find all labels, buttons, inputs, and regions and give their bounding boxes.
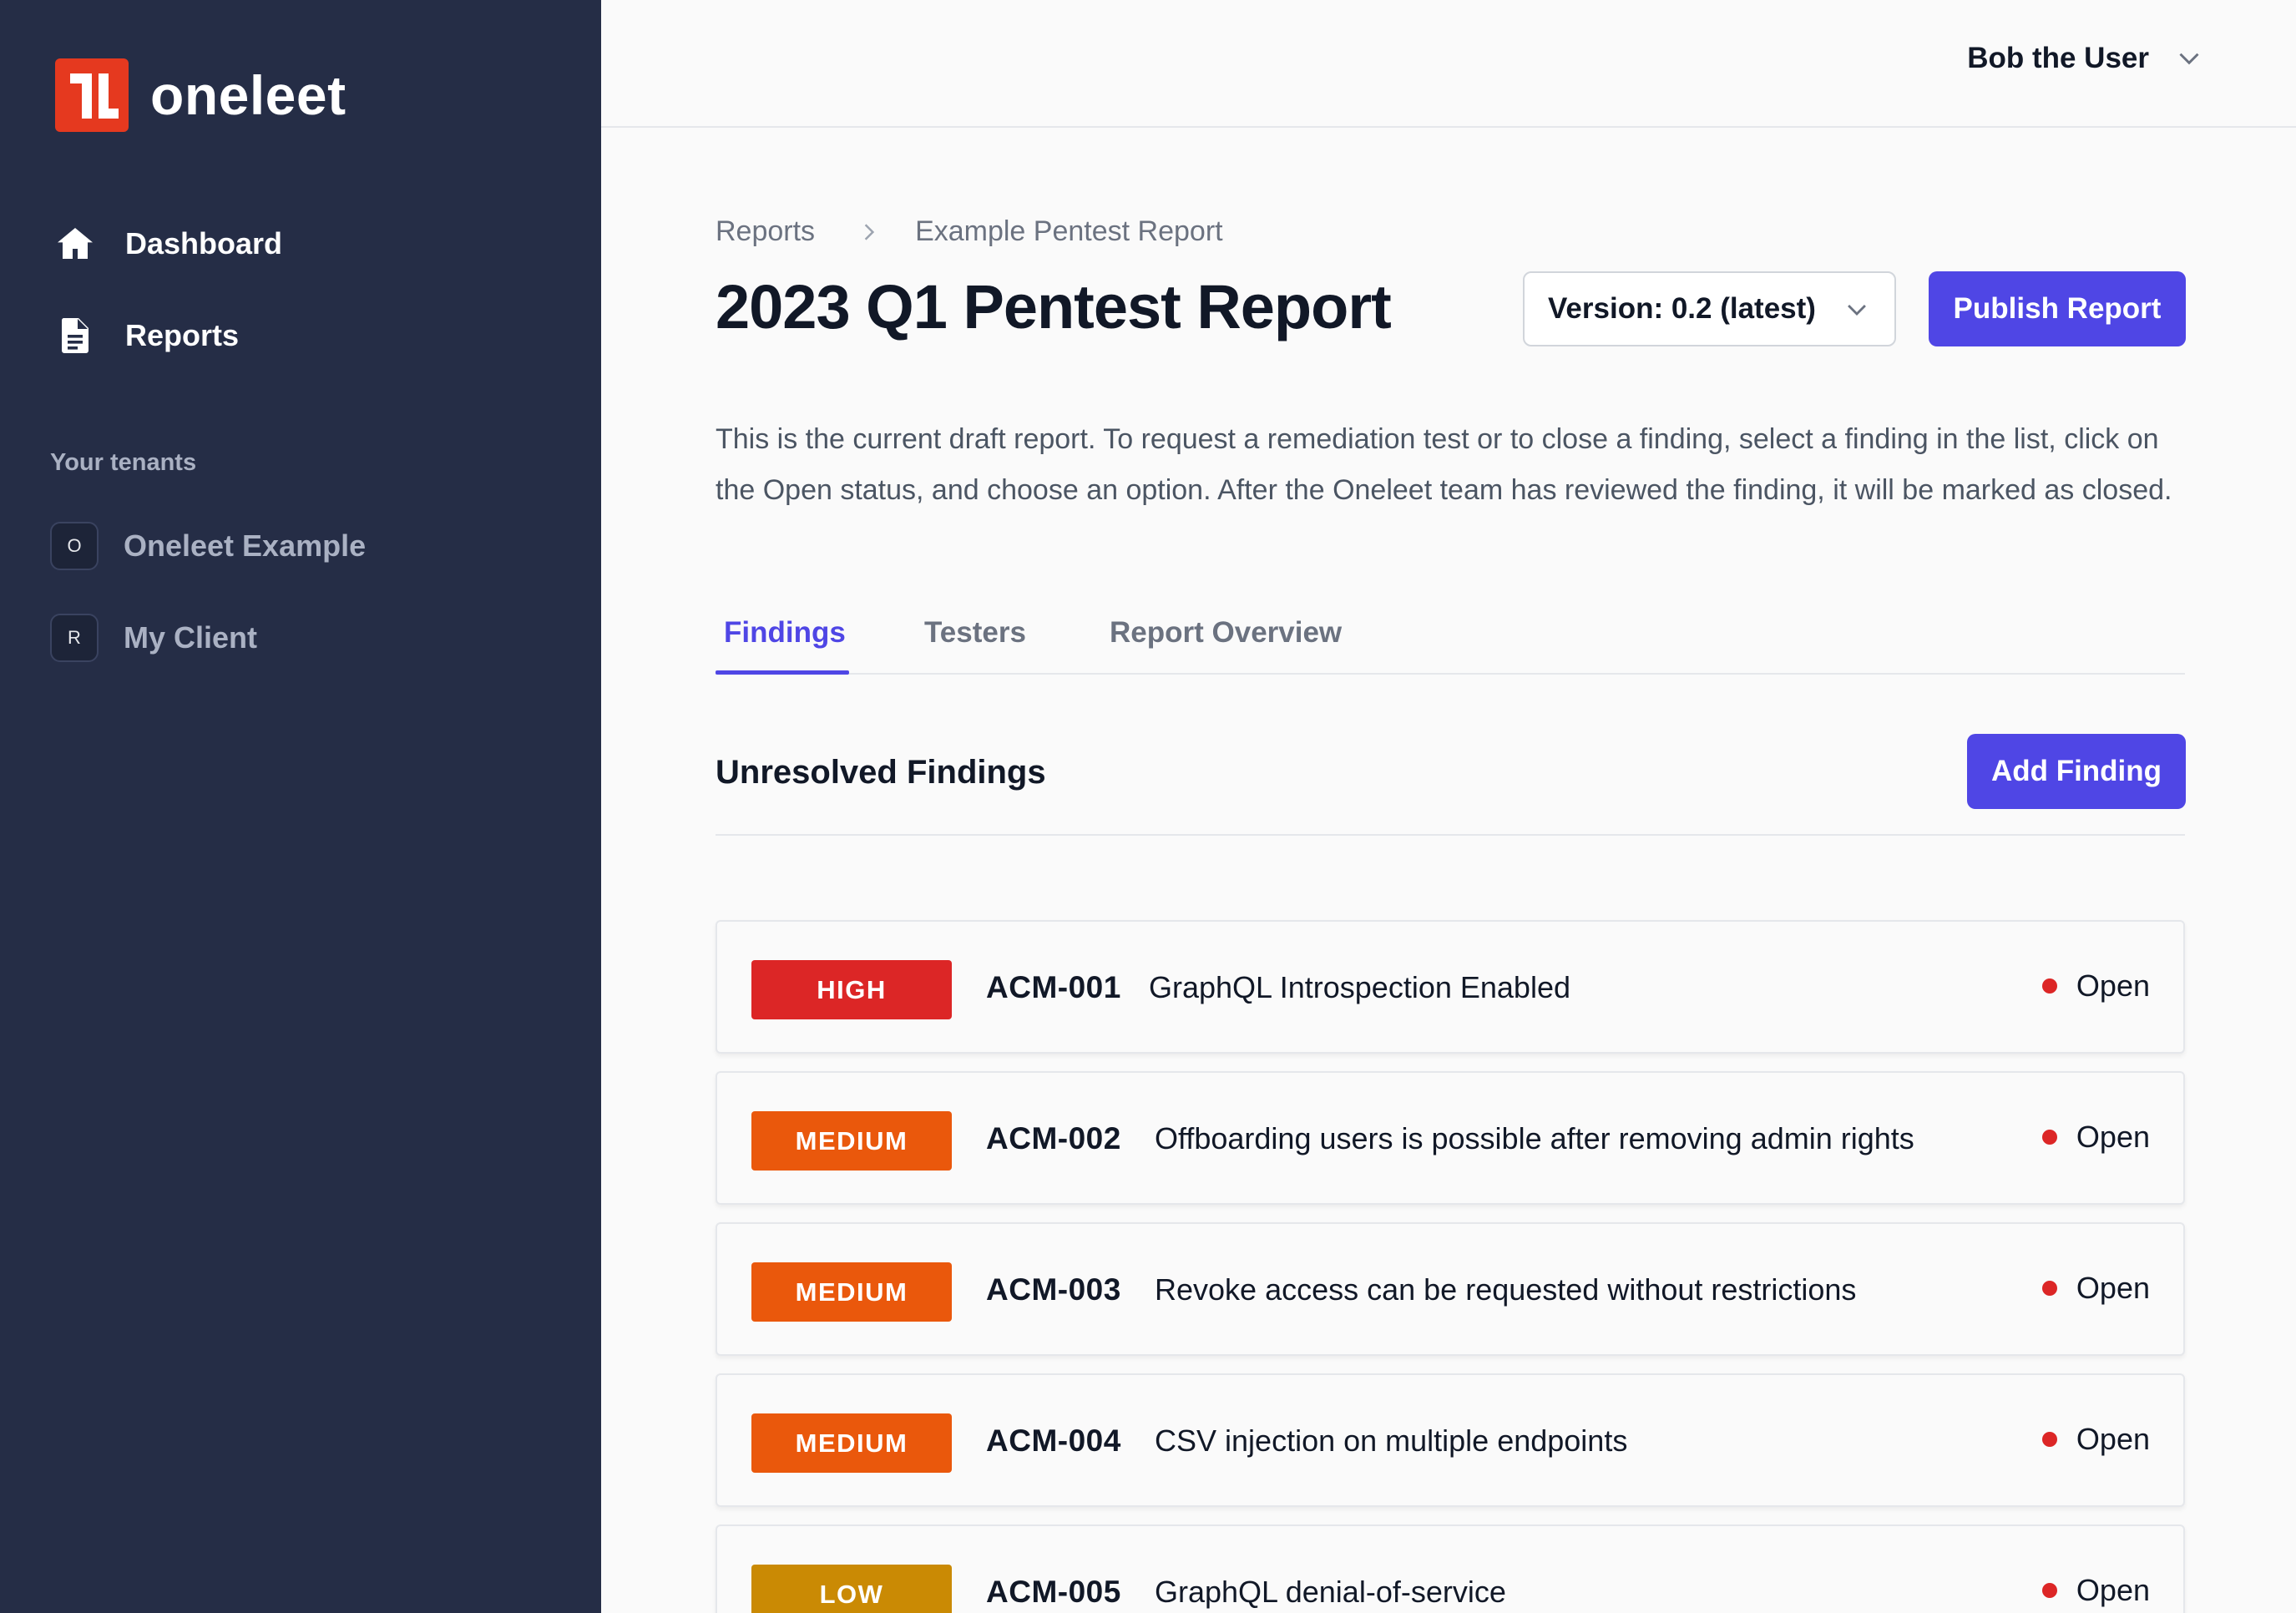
breadcrumb-current[interactable]: Example Pentest Report: [915, 215, 1223, 248]
home-icon: [58, 228, 93, 259]
finding-title: GraphQL denial-of-service: [1155, 1575, 1506, 1609]
finding-status[interactable]: Open: [2041, 1271, 2150, 1306]
status-dot-icon: [2041, 1583, 2057, 1598]
finding-status[interactable]: Open: [2041, 1422, 2150, 1457]
status-label: Open: [2076, 1271, 2150, 1305]
chevron-down-icon: [1848, 305, 1866, 316]
breadcrumb-reports-link[interactable]: Reports: [716, 215, 815, 248]
publish-report-button[interactable]: Publish Report: [1929, 271, 2186, 346]
finding-status[interactable]: Open: [2041, 968, 2150, 1004]
breadcrumb: Reports Example Pentest Report: [716, 215, 1223, 248]
finding-title: GraphQL Introspection Enabled: [1149, 970, 1570, 1004]
chevron-down-icon: [2179, 53, 2199, 65]
tab-findings[interactable]: Findings: [724, 616, 846, 650]
tab-testers[interactable]: Testers: [924, 616, 1026, 650]
status-label: Open: [2076, 1120, 2150, 1154]
app-logo[interactable]: oneleet: [55, 58, 346, 132]
page-description: This is the current draft report. To req…: [716, 423, 2172, 506]
page-title: 2023 Q1 Pentest Report: [716, 272, 1392, 341]
finding-id: ACM-001: [986, 970, 1121, 1004]
finding-row[interactable]: MEDIUM ACM-003 Revoke access can be requ…: [716, 1222, 2185, 1356]
severity-badge: MEDIUM: [751, 1262, 952, 1322]
tenants-heading: Your tenants: [50, 449, 197, 476]
oneleet-logo-icon: [55, 58, 129, 132]
tenant-avatar: R: [50, 614, 99, 662]
status-dot-icon: [2041, 978, 2057, 994]
status-label: Open: [2076, 968, 2150, 1003]
sidebar-item-label: Reports: [125, 318, 240, 352]
severity-badge: MEDIUM: [751, 1111, 952, 1171]
tenant-label: Oneleet Example: [124, 528, 367, 563]
sidebar-item-label: Dashboard: [125, 226, 283, 260]
severity-badge: LOW: [751, 1565, 952, 1613]
section-title: Unresolved Findings: [716, 754, 1046, 791]
user-name: Bob the User: [1967, 42, 2149, 74]
tabs-divider: [716, 673, 2185, 675]
status-dot-icon: [2041, 1432, 2057, 1447]
add-finding-button[interactable]: Add Finding: [1967, 734, 2186, 809]
finding-id: ACM-005: [986, 1575, 1121, 1609]
severity-badge: MEDIUM: [751, 1413, 952, 1473]
status-dot-icon: [2041, 1281, 2057, 1296]
section-divider: [716, 834, 2185, 836]
finding-title: CSV injection on multiple endpoints: [1155, 1423, 1628, 1458]
finding-id: ACM-002: [986, 1121, 1121, 1155]
status-dot-icon: [2041, 1130, 2057, 1145]
finding-id: ACM-003: [986, 1272, 1121, 1307]
chevron-right-icon: [864, 223, 875, 240]
active-tab-indicator: [716, 670, 849, 675]
finding-title: Revoke access can be requested without r…: [1155, 1272, 1857, 1307]
tenant-item-my-client[interactable]: R My Client: [50, 614, 257, 662]
version-select-value: Version: 0.2 (latest): [1548, 292, 1816, 325]
finding-row[interactable]: HIGH ACM-001 GraphQL Introspection Enabl…: [716, 920, 2185, 1054]
version-select[interactable]: Version: 0.2 (latest): [1523, 271, 1896, 346]
document-icon: [61, 318, 89, 353]
sidebar-item-reports[interactable]: Reports: [55, 316, 239, 356]
tenant-avatar: O: [50, 522, 99, 570]
finding-row[interactable]: MEDIUM ACM-004 CSV injection on multiple…: [716, 1373, 2185, 1507]
status-label: Open: [2076, 1422, 2150, 1456]
sidebar: oneleet Dashboard Reports Your tenants O…: [0, 0, 601, 1613]
tenant-item-oneleet-example[interactable]: O Oneleet Example: [50, 522, 366, 570]
finding-status[interactable]: Open: [2041, 1120, 2150, 1155]
finding-row[interactable]: LOW ACM-005 GraphQL denial-of-service Op…: [716, 1525, 2185, 1613]
app-name: oneleet: [150, 64, 346, 126]
finding-title: Offboarding users is possible after remo…: [1155, 1121, 1914, 1155]
status-label: Open: [2076, 1573, 2150, 1607]
finding-row[interactable]: MEDIUM ACM-002 Offboarding users is poss…: [716, 1071, 2185, 1205]
findings-list: HIGH ACM-001 GraphQL Introspection Enabl…: [716, 920, 2185, 1613]
user-menu[interactable]: Bob the User: [1967, 42, 2204, 75]
tenant-label: My Client: [124, 620, 258, 655]
finding-id: ACM-004: [986, 1423, 1121, 1458]
top-bar: Bob the User: [601, 0, 2296, 128]
finding-status[interactable]: Open: [2041, 1573, 2150, 1608]
tab-report-overview[interactable]: Report Overview: [1110, 616, 1342, 650]
severity-badge: HIGH: [751, 960, 952, 1019]
sidebar-item-dashboard[interactable]: Dashboard: [55, 224, 282, 264]
